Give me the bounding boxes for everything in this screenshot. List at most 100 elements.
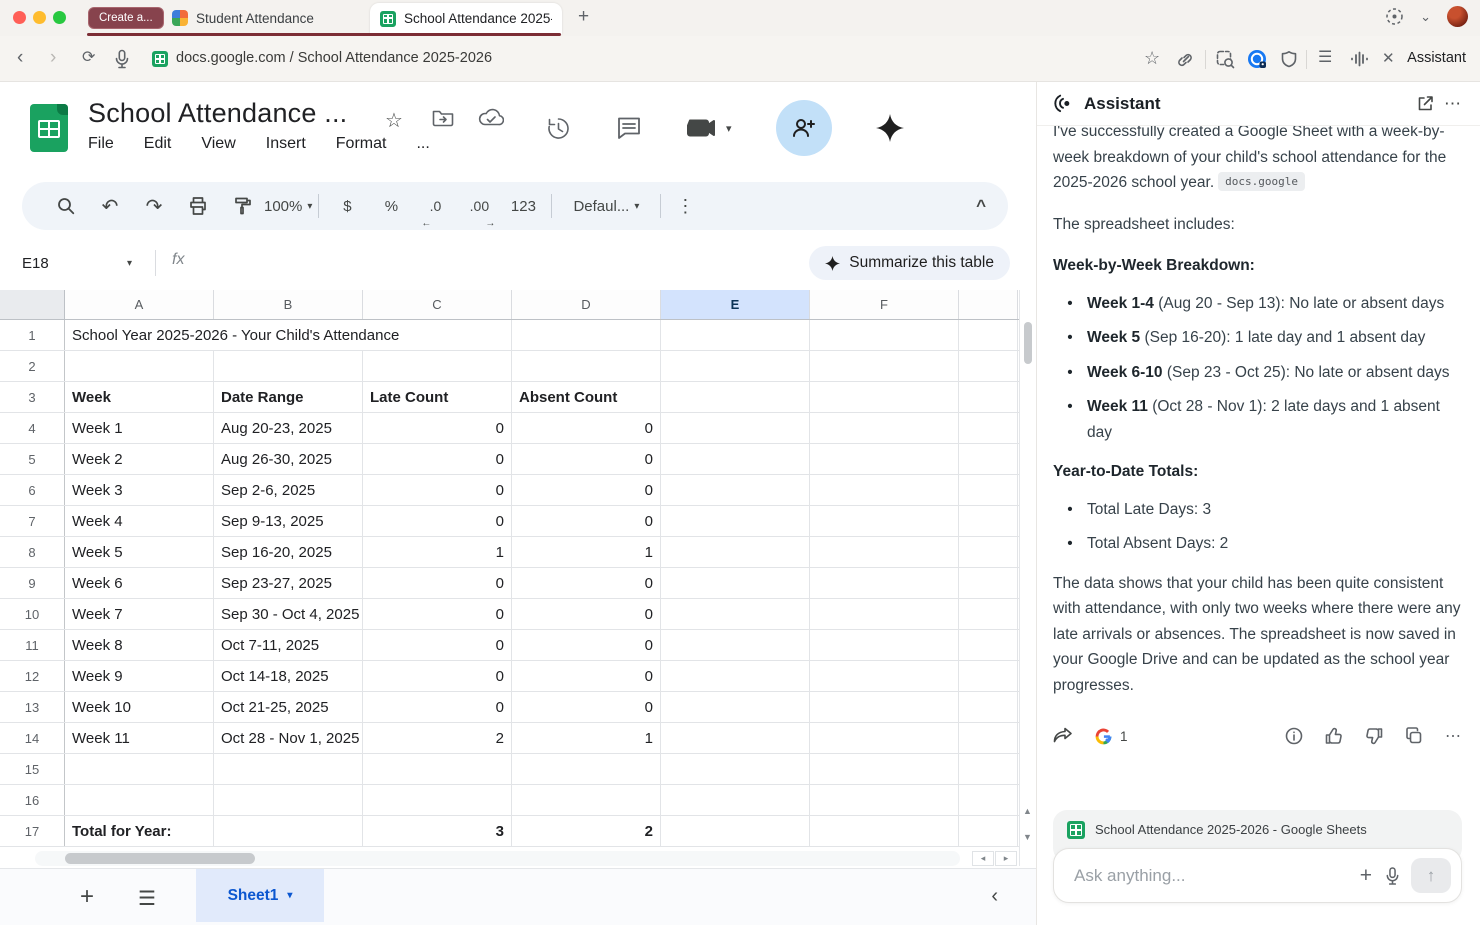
menu-[interactable]: ... <box>416 135 429 153</box>
collapse-toolbar-icon[interactable]: ^ <box>976 196 986 216</box>
chevron-down-icon[interactable]: ⌄ <box>1420 9 1431 25</box>
window-minimize-button[interactable] <box>33 11 46 24</box>
cell-C12[interactable]: 0 <box>363 661 512 691</box>
copy-icon[interactable] <box>1405 727 1423 745</box>
cell-D15[interactable] <box>512 754 661 784</box>
cell-C2[interactable] <box>363 351 512 381</box>
cell-B13[interactable]: Oct 21-25, 2025 <box>214 692 363 722</box>
cell[interactable] <box>810 444 959 474</box>
more-options-icon[interactable]: ⋯ <box>1444 94 1462 114</box>
cell-C5[interactable]: 0 <box>363 444 512 474</box>
format-currency-button[interactable]: $ <box>325 190 369 222</box>
copy-link-icon[interactable] <box>1176 51 1194 69</box>
avatar[interactable] <box>1447 6 1468 27</box>
reload-button[interactable]: ⟳ <box>82 48 95 68</box>
cell-B11[interactable]: Oct 7-11, 2025 <box>214 630 363 660</box>
source-count[interactable]: 1 <box>1120 729 1128 744</box>
cell[interactable] <box>661 413 810 443</box>
cell-B17[interactable] <box>214 816 363 846</box>
cell[interactable] <box>810 320 959 350</box>
cell-D17[interactable]: 2 <box>512 816 661 846</box>
row-header-13[interactable]: 13 <box>0 692 65 722</box>
row-header-9[interactable]: 9 <box>0 568 65 598</box>
increase-decimal-button[interactable]: .00→ <box>457 190 501 222</box>
summarize-table-button[interactable]: Summarize this table <box>809 246 1010 280</box>
more-actions-icon[interactable]: ⋯ <box>1445 726 1462 746</box>
cell[interactable] <box>810 537 959 567</box>
row-header-4[interactable]: 4 <box>0 413 65 443</box>
row-header-7[interactable]: 7 <box>0 506 65 536</box>
open-in-new-icon[interactable] <box>1417 95 1434 112</box>
cell-A5[interactable]: Week 2 <box>65 444 214 474</box>
screenshot-search-icon[interactable] <box>1216 50 1235 69</box>
cell[interactable] <box>959 723 1018 753</box>
cell-C15[interactable] <box>363 754 512 784</box>
back-button[interactable]: ‹ <box>17 48 23 68</box>
cell-A13[interactable]: Week 10 <box>65 692 214 722</box>
cell[interactable] <box>959 816 1018 846</box>
share-button[interactable] <box>776 100 832 156</box>
scrollbar-thumb[interactable] <box>1024 322 1032 364</box>
cell[interactable] <box>661 661 810 691</box>
cell[interactable] <box>661 568 810 598</box>
close-assistant-icon[interactable]: ✕ <box>1382 49 1395 69</box>
column-header-E[interactable]: E <box>661 290 810 319</box>
decrease-decimal-button[interactable]: .0← <box>413 190 457 222</box>
cell-C4[interactable]: 0 <box>363 413 512 443</box>
cloud-saved-icon[interactable] <box>478 108 504 127</box>
cell[interactable] <box>810 351 959 381</box>
cell[interactable] <box>661 506 810 536</box>
cell-B3[interactable]: Date Range <box>214 382 363 412</box>
cell-A17[interactable]: Total for Year: <box>65 816 214 846</box>
sheet-tab-sheet1[interactable]: Sheet1▾ <box>196 869 324 922</box>
cell[interactable] <box>661 785 810 815</box>
cell-D3[interactable]: Absent Count <box>512 382 661 412</box>
cell[interactable] <box>810 599 959 629</box>
cell[interactable] <box>959 537 1018 567</box>
cell-C17[interactable]: 3 <box>363 816 512 846</box>
menu-format[interactable]: Format <box>336 135 387 153</box>
scroll-up-button[interactable]: ▲ <box>1020 800 1035 822</box>
column-header-A[interactable]: A <box>65 290 214 319</box>
cell[interactable] <box>959 630 1018 660</box>
row-header-5[interactable]: 5 <box>0 444 65 474</box>
font-select[interactable]: Defaul...▾ <box>558 190 654 222</box>
row-header-12[interactable]: 12 <box>0 661 65 691</box>
thumbs-up-icon[interactable] <box>1325 727 1343 745</box>
cell[interactable] <box>959 320 1018 350</box>
vertical-scrollbar[interactable]: ▲ ▼ <box>1019 290 1035 866</box>
collapse-panel-icon[interactable]: ‹ <box>991 885 998 908</box>
print-icon[interactable] <box>176 190 220 222</box>
column-header-partial[interactable] <box>959 290 1018 319</box>
cell-A4[interactable]: Week 1 <box>65 413 214 443</box>
menu-file[interactable]: File <box>88 135 114 153</box>
row-header-16[interactable]: 16 <box>0 785 65 815</box>
star-document-icon[interactable]: ☆ <box>385 108 403 133</box>
thumbs-down-icon[interactable] <box>1365 727 1383 745</box>
row-header-17[interactable]: 17 <box>0 816 65 846</box>
cell-D14[interactable]: 1 <box>512 723 661 753</box>
name-box[interactable]: E18▾ <box>22 248 140 278</box>
cell-B12[interactable]: Oct 14-18, 2025 <box>214 661 363 691</box>
row-header-14[interactable]: 14 <box>0 723 65 753</box>
cell[interactable] <box>661 475 810 505</box>
column-header-C[interactable]: C <box>363 290 512 319</box>
cell-A15[interactable] <box>65 754 214 784</box>
paint-format-icon[interactable] <box>220 190 264 222</box>
cell-B4[interactable]: Aug 20-23, 2025 <box>214 413 363 443</box>
cell[interactable] <box>959 475 1018 505</box>
cell[interactable] <box>810 785 959 815</box>
sheets-logo[interactable] <box>30 104 68 152</box>
tab-student-attendance[interactable]: Student Attendance <box>172 0 314 36</box>
cell[interactable] <box>810 506 959 536</box>
cell[interactable] <box>810 475 959 505</box>
cell-C6[interactable]: 0 <box>363 475 512 505</box>
cell[interactable] <box>959 568 1018 598</box>
cell-A7[interactable]: Week 4 <box>65 506 214 536</box>
cell[interactable] <box>661 537 810 567</box>
video-call-button[interactable]: ▾ <box>686 116 732 140</box>
add-sheet-button[interactable]: + <box>80 883 94 911</box>
window-close-button[interactable] <box>13 11 26 24</box>
search-menus-icon[interactable] <box>44 190 88 222</box>
menu-edit[interactable]: Edit <box>144 135 172 153</box>
